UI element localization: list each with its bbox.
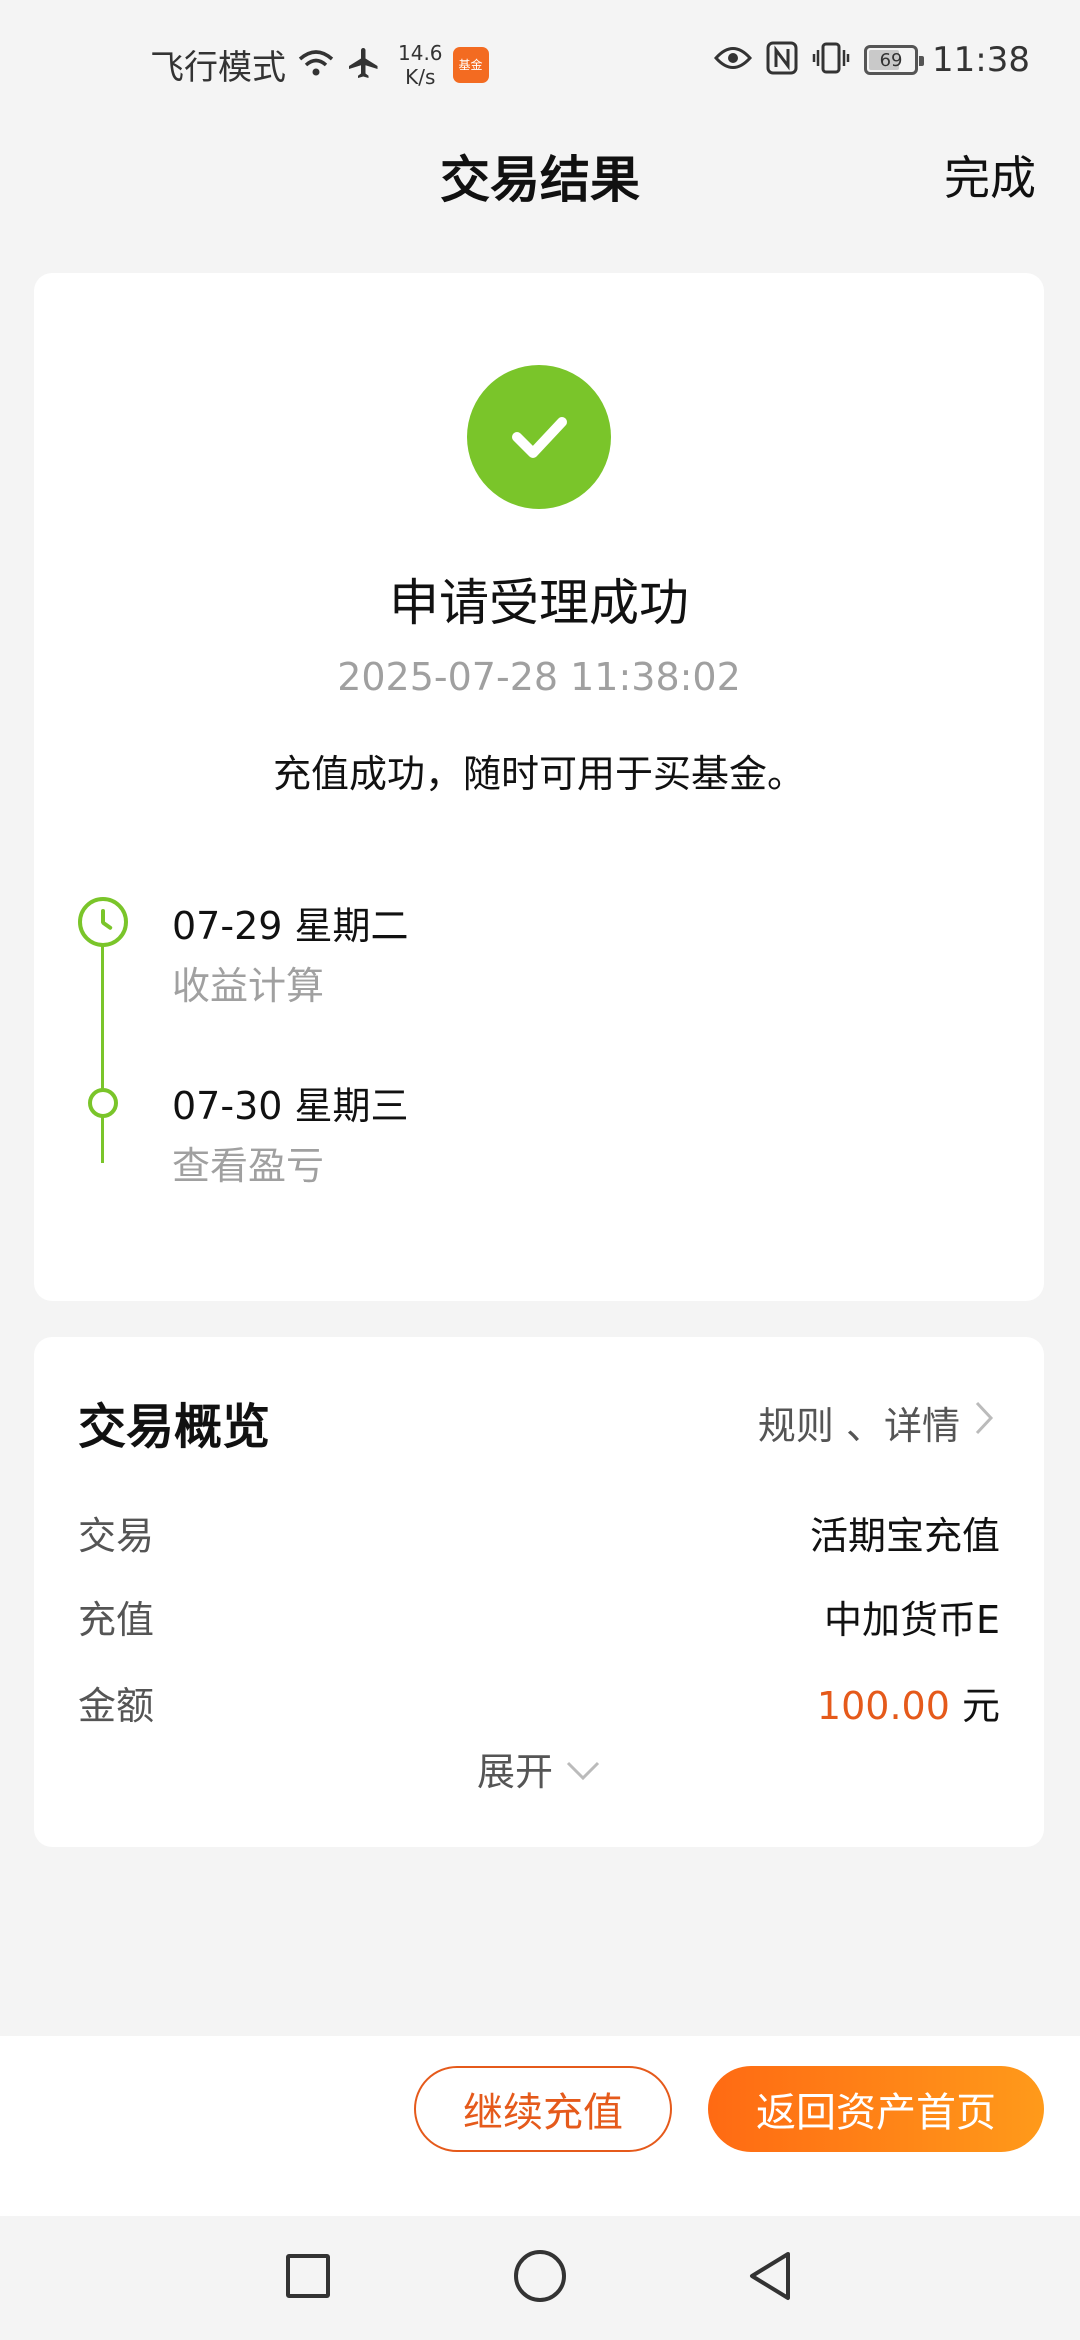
row-label: 交易: [78, 1514, 155, 1558]
page-title: 交易结果: [440, 151, 640, 209]
overview-row: 金额 100.00 元: [78, 1675, 1000, 1730]
timeline-label: 查看盈亏: [172, 1144, 325, 1188]
home-icon[interactable]: [514, 2250, 566, 2302]
result-card: 申请受理成功 2025-07-28 11:38:02 充值成功，随时可用于买基金…: [34, 273, 1044, 1301]
wifi-icon: [296, 47, 336, 83]
fund-app-badge: 基金: [458, 58, 483, 72]
chevron-right-icon: [974, 1400, 994, 1445]
overview-row: 充值 中加货币E: [78, 1589, 1000, 1644]
status-time: 11:38: [932, 40, 1030, 80]
nfc-icon: [766, 41, 798, 79]
amount-number: 100.00: [816, 1684, 950, 1728]
row-label: 充值: [78, 1598, 155, 1642]
return-asset-home-button[interactable]: 返回资产首页: [708, 2066, 1044, 2152]
eye-icon: [714, 45, 753, 75]
status-right: 69 11:38: [714, 40, 1030, 80]
done-button[interactable]: 完成: [944, 142, 1036, 208]
system-navigation-bar: [0, 2216, 1080, 2340]
fund-app-icon: 基金: [452, 46, 489, 83]
timeline-label: 收益计算: [172, 964, 325, 1008]
continue-recharge-button[interactable]: 继续充值: [414, 2066, 672, 2152]
result-timestamp: 2025-07-28 11:38:02: [337, 655, 741, 699]
result-title: 申请受理成功: [389, 574, 689, 632]
network-speed: 14.6 K/s: [398, 41, 443, 89]
row-label: 金额: [78, 1684, 155, 1728]
status-bar: 飞行模式 14.6 K/s 基金 69 11:38: [0, 0, 1080, 130]
amount-value: 100.00 元: [817, 1675, 1000, 1730]
vibrate-icon: [812, 41, 850, 79]
battery-icon: 69: [864, 45, 925, 75]
clock-icon: [78, 897, 128, 947]
rules-details-label: 规则 、详情: [757, 1404, 960, 1448]
expand-button[interactable]: 展开: [34, 1741, 1044, 1796]
recent-apps-icon[interactable]: [286, 2254, 330, 2298]
airplane-mode-label: 飞行模式: [150, 48, 286, 88]
timeline-dot: [88, 1088, 118, 1118]
bottom-action-bar: 继续充值 返回资产首页: [0, 2036, 1080, 2216]
screen: 飞行模式 14.6 K/s 基金 69 11:38 交易结果 完成 申请受理成功…: [0, 0, 1080, 2340]
page-header: 交易结果 完成: [0, 130, 1080, 220]
rules-details-link[interactable]: 规则 、详情: [758, 1395, 994, 1450]
network-speed-value: 14.6: [398, 40, 443, 65]
timeline-line: [101, 943, 104, 1163]
amount-unit: 元: [961, 1684, 1000, 1728]
timeline-date: 07-29 星期二: [172, 904, 409, 948]
overview-card: 交易概览 规则 、详情 交易 活期宝充值 充值 中加货币E 金额 100.00 …: [34, 1337, 1044, 1847]
overview-row: 交易 活期宝充值: [78, 1505, 1000, 1560]
airplane-icon: [346, 45, 382, 85]
result-description: 充值成功，随时可用于买基金。: [272, 752, 805, 796]
battery-level: 69: [879, 49, 903, 71]
row-value: 活期宝充值: [809, 1514, 1000, 1558]
overview-title: 交易概览: [78, 1399, 271, 1455]
timeline-date: 07-30 星期三: [172, 1084, 409, 1128]
back-icon[interactable]: [742, 2248, 798, 2304]
network-speed-unit: K/s: [405, 64, 436, 89]
chevron-down-icon: [565, 1747, 601, 1791]
expand-label: 展开: [476, 1750, 553, 1794]
status-left: 飞行模式 14.6 K/s 基金: [150, 40, 489, 89]
success-check-icon: [467, 365, 611, 509]
row-value: 中加货币E: [823, 1598, 1000, 1642]
